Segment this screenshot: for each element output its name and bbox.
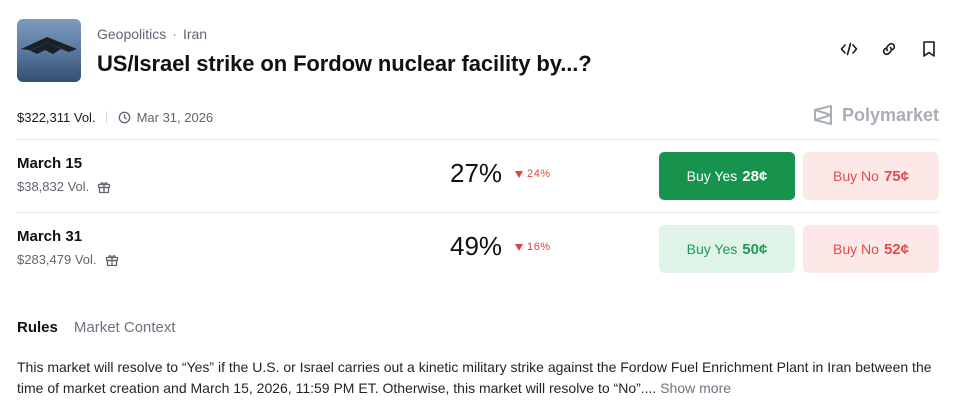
brand: Polymarket	[812, 104, 939, 126]
outcome-probability: 27%	[450, 158, 503, 188]
market-header: Geopolitics · Iran US/Israel strike on F…	[17, 19, 947, 83]
outcome-volume: $283,479 Vol.	[17, 252, 119, 267]
meta-divider	[105, 111, 107, 123]
outcome-change: 16%	[515, 241, 551, 253]
market-meta: $322,311 Vol. Mar 31, 2026 Polymarket	[17, 105, 941, 126]
outcome-volume: $38,832 Vol.	[17, 179, 111, 194]
page-title: US/Israel strike on Fordow nuclear facil…	[97, 51, 592, 76]
code-icon[interactable]	[839, 39, 859, 59]
triangle-down-icon	[515, 170, 523, 178]
buy-yes-price: 50¢	[742, 240, 768, 258]
buy-no-button[interactable]: Buy No 75¢	[803, 152, 939, 200]
buy-no-price: 52¢	[883, 240, 909, 258]
market-image	[17, 19, 81, 82]
breadcrumb-category[interactable]: Geopolitics	[97, 26, 166, 42]
buy-no-button[interactable]: Buy No 52¢	[803, 225, 939, 273]
polymarket-logo-icon	[813, 105, 832, 125]
buy-yes-label: Buy Yes	[686, 168, 738, 184]
outcome-volume-text: $38,832 Vol.	[17, 179, 90, 194]
header-actions	[839, 39, 939, 59]
breadcrumb-subcategory[interactable]: Iran	[183, 26, 207, 42]
divider	[17, 139, 939, 140]
buy-yes-button[interactable]: Buy Yes 50¢	[659, 225, 795, 273]
breadcrumb: Geopolitics · Iran	[97, 26, 207, 42]
info-tabs: Rules Market Context	[17, 319, 176, 336]
brand-name: Polymarket	[841, 104, 939, 125]
buy-yes-price: 28¢	[742, 167, 768, 185]
outcome-change-text: 16%	[527, 241, 551, 253]
outcome-name: March 31	[17, 228, 83, 245]
show-more-link[interactable]: Show more	[660, 380, 731, 396]
total-volume: $322,311 Vol.	[17, 109, 96, 125]
buy-no-price: 75¢	[883, 167, 909, 185]
gift-icon[interactable]	[105, 253, 119, 267]
gift-icon[interactable]	[97, 180, 111, 194]
outcome-volume-text: $283,479 Vol.	[17, 252, 97, 267]
outcome-change: 24%	[515, 168, 551, 180]
clock-icon	[118, 111, 130, 123]
bookmark-icon[interactable]	[919, 39, 939, 59]
buy-no-label: Buy No	[833, 241, 879, 257]
link-icon[interactable]	[879, 39, 899, 59]
tab-market-context[interactable]: Market Context	[74, 319, 176, 336]
rules-text: This market will resolve to “Yes” if the…	[17, 359, 932, 396]
outcome-change-text: 24%	[527, 168, 551, 180]
triangle-down-icon	[515, 243, 523, 251]
outcome-probability: 49%	[450, 231, 503, 261]
tab-rules[interactable]: Rules	[17, 319, 58, 336]
buy-no-label: Buy No	[833, 168, 879, 184]
rules-description: This market will resolve to “Yes” if the…	[17, 357, 937, 399]
end-date-text: Mar 31, 2026	[136, 109, 214, 125]
end-date: Mar 31, 2026	[118, 109, 214, 125]
divider	[17, 212, 939, 213]
buy-yes-label: Buy Yes	[686, 241, 738, 257]
outcome-row-march-15[interactable]: March 15 $38,832 Vol. 27% 24% Buy Yes 28…	[17, 152, 939, 210]
outcome-name: March 15	[17, 155, 83, 172]
buy-yes-button[interactable]: Buy Yes 28¢	[659, 152, 795, 200]
breadcrumb-separator: ·	[172, 26, 177, 42]
outcome-row-march-31[interactable]: March 31 $283,479 Vol. 49% 16% Buy Yes 5…	[17, 225, 939, 283]
